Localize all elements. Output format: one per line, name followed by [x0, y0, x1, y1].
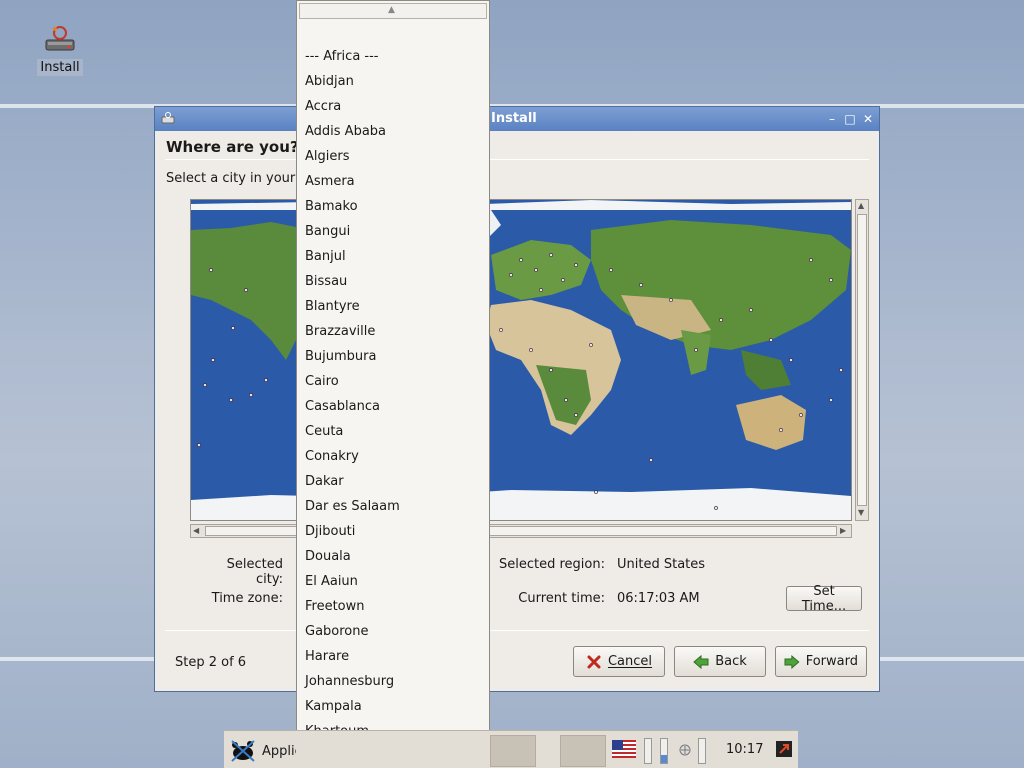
- selected-region-value: United States: [617, 557, 706, 572]
- city-option[interactable]: Addis Ababa: [297, 119, 489, 144]
- applications-menu[interactable]: Applications: [230, 739, 296, 763]
- forward-arrow-icon: [784, 654, 800, 669]
- xfce-mouse-icon: [231, 740, 255, 762]
- city-option[interactable]: Accra: [297, 94, 489, 119]
- city-option[interactable]: Douala: [297, 544, 489, 569]
- volume-bar[interactable]: [698, 738, 706, 764]
- memory-monitor-bar: [660, 738, 668, 764]
- minimize-icon[interactable]: –: [825, 112, 839, 126]
- city-option[interactable]: Gaborone: [297, 619, 489, 644]
- install-icon-label: Install: [37, 59, 83, 76]
- city-option[interactable]: Harare: [297, 644, 489, 669]
- scroll-left-icon[interactable]: ◀: [193, 526, 199, 535]
- cancel-button-label: Cancel: [607, 654, 653, 669]
- city-dropdown-menu[interactable]: ▲ --- Africa --- Abidjan Accra Addis Ababa A…: [296, 0, 490, 768]
- map-horizontal-scrollbar[interactable]: ◀ ▶: [190, 524, 852, 538]
- clock[interactable]: 10:17: [726, 742, 763, 757]
- scroll-up-icon[interactable]: ▲: [858, 201, 864, 210]
- forward-button[interactable]: Forward: [775, 646, 867, 677]
- back-button-label: Back: [715, 654, 747, 669]
- scroll-right-icon[interactable]: ▶: [840, 526, 846, 535]
- cancel-x-icon: [587, 655, 601, 668]
- city-option[interactable]: Cairo: [297, 369, 489, 394]
- city-option[interactable]: Bujumbura: [297, 344, 489, 369]
- current-time-value: 06:17:03 AM: [617, 591, 700, 606]
- city-option[interactable]: Kampala: [297, 694, 489, 719]
- city-option[interactable]: Asmera: [297, 169, 489, 194]
- install-drive-icon: [43, 24, 77, 58]
- region-header-africa: --- Africa ---: [305, 49, 379, 64]
- logout-icon[interactable]: [776, 741, 792, 757]
- network-icon[interactable]: [678, 743, 692, 757]
- installer-window: Install – □ ✕ Where are you? Select a ci…: [154, 106, 880, 692]
- install-desktop-icon[interactable]: Install: [30, 24, 90, 76]
- city-option[interactable]: Blantyre: [297, 294, 489, 319]
- selected-city-label: Selected city:: [226, 557, 283, 587]
- city-option[interactable]: Ceuta: [297, 419, 489, 444]
- maximize-icon[interactable]: □: [843, 112, 857, 126]
- city-option[interactable]: Johannesburg: [297, 669, 489, 694]
- city-option[interactable]: Bamako: [297, 194, 489, 219]
- city-option[interactable]: Bissau: [297, 269, 489, 294]
- workspace-2[interactable]: [560, 735, 606, 767]
- world-map[interactable]: [190, 199, 852, 521]
- selected-region-label: Selected region:: [499, 557, 605, 572]
- city-list: --- Africa --- Abidjan Accra Addis Ababa Alg…: [297, 44, 489, 744]
- city-option[interactable]: El Aaiun: [297, 569, 489, 594]
- city-option[interactable]: Brazzaville: [297, 319, 489, 344]
- footer-divider: [165, 630, 869, 631]
- time-zone-label: Time zone:: [211, 591, 283, 606]
- city-option[interactable]: Conakry: [297, 444, 489, 469]
- city-option[interactable]: Casablanca: [297, 394, 489, 419]
- city-option[interactable]: Djibouti: [297, 519, 489, 544]
- step-indicator: Step 2 of 6: [175, 655, 247, 670]
- window-app-icon: [161, 112, 175, 124]
- back-arrow-icon: [693, 654, 709, 669]
- city-option[interactable]: Abidjan: [297, 69, 489, 94]
- city-option[interactable]: Dakar: [297, 469, 489, 494]
- back-button[interactable]: Back: [674, 646, 766, 677]
- city-option[interactable]: Banjul: [297, 244, 489, 269]
- taskbar: Applications 10:17: [224, 730, 798, 768]
- city-option[interactable]: Freetown: [297, 594, 489, 619]
- city-option[interactable]: Dar es Salaam: [297, 494, 489, 519]
- dropdown-scroll-up[interactable]: ▲: [299, 3, 487, 19]
- cancel-button[interactable]: Cancel: [573, 646, 665, 677]
- page-heading: Where are you?: [166, 138, 299, 156]
- city-option[interactable]: Bangui: [297, 219, 489, 244]
- window-title: Install: [491, 111, 537, 126]
- map-vertical-scrollbar[interactable]: ▲ ▼: [855, 199, 869, 521]
- us-flag-icon[interactable]: [612, 740, 636, 758]
- city-option[interactable]: Algiers: [297, 144, 489, 169]
- set-time-button[interactable]: Set Time...: [786, 584, 862, 614]
- current-time-label: Current time:: [518, 591, 605, 606]
- vertical-scroll-thumb[interactable]: [857, 214, 867, 506]
- forward-button-label: Forward: [805, 654, 858, 669]
- heading-divider: [165, 159, 869, 160]
- scroll-up-icon: ▲: [388, 5, 395, 15]
- cpu-monitor-bar: [644, 738, 652, 764]
- world-map-image: [191, 200, 851, 520]
- window-titlebar[interactable]: Install – □ ✕: [155, 107, 879, 131]
- close-icon[interactable]: ✕: [861, 112, 875, 126]
- workspace-1[interactable]: [490, 735, 536, 767]
- scroll-down-icon[interactable]: ▼: [858, 508, 864, 517]
- applications-label: Applications: [262, 743, 296, 759]
